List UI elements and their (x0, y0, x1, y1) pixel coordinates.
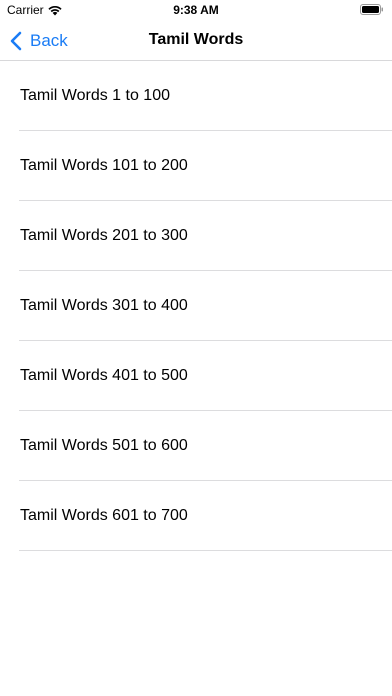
list-item[interactable]: Tamil Words 301 to 400 (0, 271, 392, 341)
status-time: 9:38 AM (173, 3, 219, 17)
word-range-list: Tamil Words 1 to 100 Tamil Words 101 to … (0, 61, 392, 551)
status-bar: Carrier 9:38 AM (0, 0, 392, 22)
list-item-label: Tamil Words 301 to 400 (20, 297, 188, 314)
list-item-label: Tamil Words 101 to 200 (20, 157, 188, 174)
list-item-label: Tamil Words 1 to 100 (20, 87, 170, 104)
list-item[interactable]: Tamil Words 201 to 300 (0, 201, 392, 271)
list-item[interactable]: Tamil Words 601 to 700 (0, 481, 392, 551)
list-item-label: Tamil Words 401 to 500 (20, 367, 188, 384)
list-item[interactable]: Tamil Words 1 to 100 (0, 61, 392, 131)
list-item[interactable]: Tamil Words 101 to 200 (0, 131, 392, 201)
list-item[interactable]: Tamil Words 501 to 600 (0, 411, 392, 481)
list-item[interactable]: Tamil Words 401 to 500 (0, 341, 392, 411)
list-item-label: Tamil Words 501 to 600 (20, 437, 188, 454)
battery-icon (360, 4, 383, 15)
page-title: Tamil Words (148, 31, 244, 48)
list-item-label: Tamil Words 201 to 300 (20, 227, 188, 244)
list-item-label: Tamil Words 601 to 700 (20, 507, 188, 524)
navigation-bar: Back Tamil Words (0, 22, 392, 61)
